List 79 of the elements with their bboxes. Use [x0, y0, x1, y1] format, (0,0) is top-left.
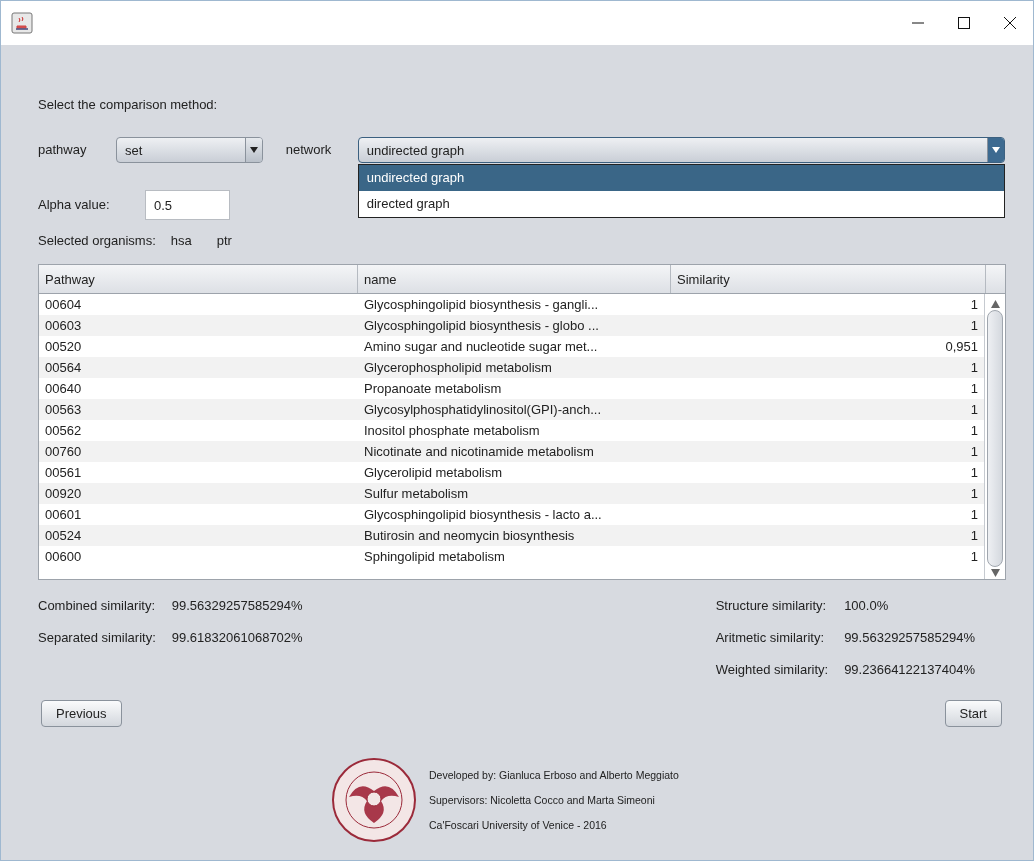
stat-value: 99.61832061068702% [171, 629, 303, 647]
alpha-field[interactable]: 0.5 [145, 190, 230, 220]
table-cell-text: 1 [969, 485, 979, 503]
maximize-icon[interactable] [958, 17, 970, 29]
table-cell-text: 1 [969, 380, 979, 398]
dropdown-option[interactable]: undirected graph [358, 165, 1004, 191]
table-cell-text: 1 [969, 296, 979, 314]
table-cell-text: Amino sugar and nucleotide sugar met... [363, 338, 599, 356]
credit-text: Supervisors: Nicoletta Cocco and Marta Simeoni [429, 793, 656, 808]
scrollbar[interactable] [984, 294, 1005, 579]
previous-button[interactable]: Previous [41, 700, 122, 727]
table-cell-text: 00564 [44, 359, 83, 377]
table-cell-text: Sphingolipid metabolism [363, 548, 506, 566]
table-cell-text: 00604 [44, 296, 83, 314]
stat-value: 99.23664122137404% [844, 661, 975, 679]
table-cell-text: 1 [969, 317, 979, 335]
table-cell-text: 1 [969, 464, 979, 482]
organism-code: hsa [170, 232, 192, 250]
table-cell-text: 1 [969, 527, 979, 545]
organisms-label: Selected organisms: [38, 232, 156, 250]
column-header[interactable]: Similarity [671, 265, 986, 293]
university-seal-icon [331, 757, 417, 843]
table-cell-text: Propanoate metabolism [363, 380, 503, 398]
arrow-button[interactable] [244, 138, 262, 162]
stat-label: Combined similarity: [38, 597, 156, 615]
java-cup-icon [11, 12, 33, 34]
table-cell-text: Inositol phosphate metabolism [363, 422, 541, 440]
table-cell-text: 0,951 [944, 338, 979, 356]
stat-value: 100.0% [844, 597, 890, 615]
table-cell-text: 00760 [44, 443, 83, 461]
stat-value: 99.56329257585294% [844, 629, 975, 647]
table-cell-text: 00603 [44, 317, 83, 335]
table-cell-text: Nicotinate and nicotinamide metabolism [363, 443, 595, 461]
table-cell-text: 1 [969, 422, 979, 440]
table-cell-text: Butirosin and neomycin biosynthesis [363, 527, 576, 545]
table-cell-text: 1 [969, 401, 979, 419]
table-cell-text: Glycosphingolipid biosynthesis - globo ... [363, 317, 600, 335]
close-icon[interactable] [1004, 17, 1016, 29]
stat-label: Aritmetic similarity: [715, 629, 825, 647]
column-header[interactable]: name [358, 265, 671, 293]
start-button[interactable]: Start [944, 700, 1002, 727]
stat-label: Structure similarity: [715, 597, 828, 615]
table-cell-text: 1 [969, 443, 979, 461]
table-cell-text: 1 [969, 359, 979, 377]
table-cell-text: 1 [969, 506, 979, 524]
table-cell-text: Glycerolipid metabolism [363, 464, 503, 482]
stat-label: Separated similarity: [38, 629, 156, 647]
credit-text: Ca'Foscari University of Venice - 2016 [429, 818, 608, 833]
table-cell-text: 00524 [44, 527, 83, 545]
column-header[interactable]: Pathway [39, 265, 358, 293]
table-cell-text: 00563 [44, 401, 83, 419]
credit-text: Developed by: Gianluca Erboso and Alberto Meggiato [429, 768, 679, 783]
scroll-up-icon[interactable] [990, 300, 1000, 308]
caret-icon [992, 147, 1000, 153]
table-cell-text: 00640 [44, 380, 83, 398]
stat-label: Weighted similarity: [715, 661, 829, 679]
table-cell-text: 1 [969, 548, 979, 566]
table-cell-text: Glycosylphosphatidylinositol(GPI)-anch... [363, 401, 602, 419]
stat-value: 99.56329257585294% [171, 597, 303, 615]
scroll-thumb[interactable] [987, 310, 1003, 567]
organism-code: ptr [216, 232, 232, 250]
table-cell-text: Glycosphingolipid biosynthesis - gangli... [363, 296, 600, 314]
table-cell-text: 00520 [44, 338, 83, 356]
scroll-down-icon[interactable] [990, 569, 1000, 577]
table-cell-text: 00601 [44, 506, 83, 524]
caret-icon [249, 147, 258, 153]
table-cell-text: Glycosphingolipid biosynthesis - lacto a... [363, 506, 603, 524]
table-cell-text: 00561 [44, 464, 83, 482]
table-cell-text: Glycerophospholipid metabolism [363, 359, 553, 377]
pathway-label: pathway [38, 141, 88, 159]
table-cell-text: Sulfur metabolism [363, 485, 470, 503]
section-heading: Select the comparison method: [38, 96, 219, 114]
table-cell-text: 00920 [44, 485, 83, 503]
table-cell-text: 00562 [44, 422, 83, 440]
network-label: network [285, 141, 333, 159]
alpha-label: Alpha value: [38, 196, 111, 214]
table-cell-text: 00600 [44, 548, 83, 566]
pathway-dropdown[interactable]: set [115, 137, 263, 163]
arrow-button[interactable] [987, 138, 1004, 162]
